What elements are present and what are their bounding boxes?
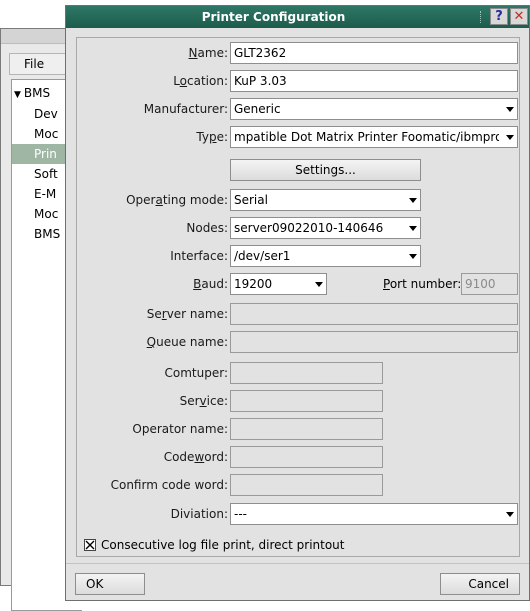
- location-input[interactable]: KuP 3.03: [230, 70, 518, 92]
- server-name-label: Server name:: [146, 307, 228, 321]
- consecutive-print-label: Consecutive log file print, direct print…: [101, 538, 345, 552]
- help-icon: ?: [495, 9, 503, 24]
- dialog-titlebar[interactable]: Printer Configuration ? ✕: [66, 6, 529, 28]
- service-input[interactable]: [230, 390, 383, 412]
- manufacturer-value: Generic: [234, 102, 281, 116]
- server-name-input[interactable]: [230, 303, 518, 325]
- cancel-button[interactable]: Cancel: [440, 573, 520, 595]
- operating-mode-value: Serial: [234, 193, 268, 207]
- type-dropdown[interactable]: mpatible Dot Matrix Printer Foomatic/ibm…: [230, 126, 518, 148]
- operating-mode-label: Operating mode:: [126, 193, 228, 207]
- ok-button[interactable]: OK: [75, 573, 145, 595]
- codeword-input[interactable]: [230, 446, 383, 468]
- checkbox-check-icon: [85, 540, 95, 550]
- dropdown-arrow-icon: [506, 133, 514, 141]
- confirm-code-word-input[interactable]: [230, 474, 383, 496]
- tree-item-bms[interactable]: ▼ BMS: [12, 83, 72, 103]
- service-label: Service:: [179, 394, 228, 408]
- type-label: Type:: [196, 130, 228, 144]
- nodes-dropdown[interactable]: server09022010-140646: [230, 217, 421, 239]
- nodes-value: server09022010-140646: [234, 221, 384, 235]
- comtuper-input[interactable]: [230, 362, 383, 384]
- diviation-value: ---: [234, 507, 247, 521]
- dialog-title: Printer Configuration: [201, 10, 346, 24]
- dropdown-arrow-icon: [409, 252, 417, 260]
- comtuper-label: Comtuper:: [164, 366, 229, 380]
- port-number-input[interactable]: 9100: [461, 273, 518, 295]
- baud-dropdown[interactable]: 19200: [230, 273, 327, 295]
- location-label: Location:: [173, 74, 228, 88]
- nodes-label: Nodes:: [186, 221, 228, 235]
- name-input[interactable]: GLT2362: [230, 42, 518, 64]
- codeword-label: Codeword:: [163, 450, 228, 464]
- consecutive-print-checkbox[interactable]: [84, 539, 96, 551]
- type-value: mpatible Dot Matrix Printer Foomatic/ibm…: [234, 130, 499, 144]
- settings-button[interactable]: Settings...: [230, 159, 421, 181]
- operator-name-label: Operator name:: [132, 422, 228, 436]
- interface-label: Interface:: [170, 249, 228, 263]
- tree-item-label: BMS: [23, 86, 51, 100]
- queue-name-label: Queue name:: [146, 335, 228, 349]
- interface-dropdown[interactable]: /dev/ser1: [230, 245, 421, 267]
- footer-divider: [66, 563, 529, 564]
- name-label: Name:: [188, 46, 228, 60]
- dropdown-arrow-icon: [506, 510, 514, 518]
- operator-name-input[interactable]: [230, 418, 383, 440]
- interface-value: /dev/ser1: [234, 249, 291, 263]
- confirm-code-word-label: Confirm code word:: [110, 478, 228, 492]
- queue-name-input[interactable]: [230, 331, 518, 353]
- printer-configuration-dialog: Printer Configuration ? ✕ Name: GLT2362 …: [65, 5, 530, 601]
- tree-item-selected[interactable]: Prin: [12, 144, 72, 164]
- close-button[interactable]: ✕: [510, 8, 528, 25]
- titlebar-grip: [480, 11, 485, 23]
- baud-value: 19200: [234, 277, 273, 291]
- dropdown-arrow-icon: [315, 280, 323, 288]
- diviation-dropdown[interactable]: ---: [230, 503, 518, 525]
- manufacturer-label: Manufacturer:: [143, 102, 228, 116]
- port-number-label: Port number:: [383, 277, 462, 291]
- diviation-label: Diviation:: [170, 507, 228, 521]
- baud-label: Baud:: [193, 277, 228, 291]
- manufacturer-dropdown[interactable]: Generic: [230, 98, 518, 120]
- dropdown-arrow-icon: [409, 224, 417, 232]
- expand-arrow-icon[interactable]: ▼: [14, 85, 21, 103]
- dropdown-arrow-icon: [506, 105, 514, 113]
- dropdown-arrow-icon: [409, 196, 417, 204]
- help-button[interactable]: ?: [490, 8, 508, 25]
- operating-mode-dropdown[interactable]: Serial: [230, 189, 421, 211]
- close-icon: ✕: [513, 9, 525, 24]
